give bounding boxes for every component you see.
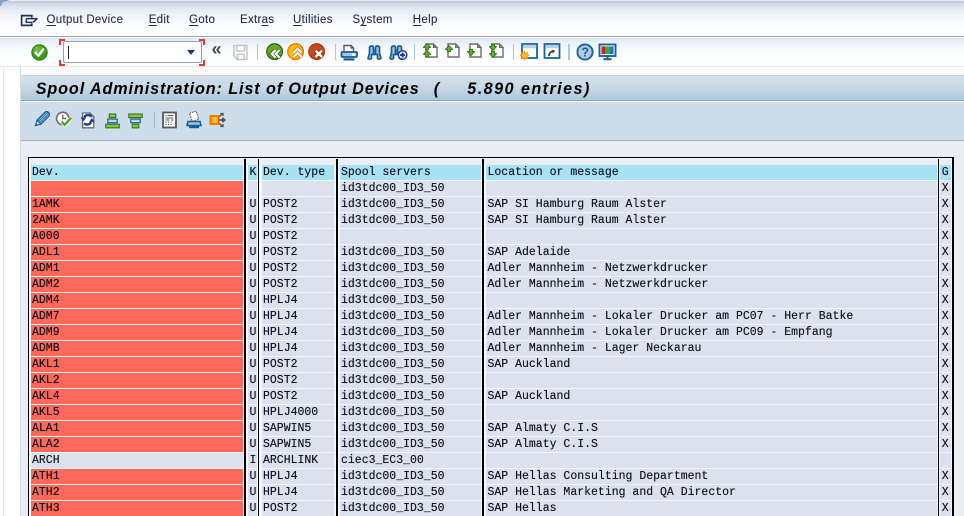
svg-text:?: ? [581,45,589,59]
